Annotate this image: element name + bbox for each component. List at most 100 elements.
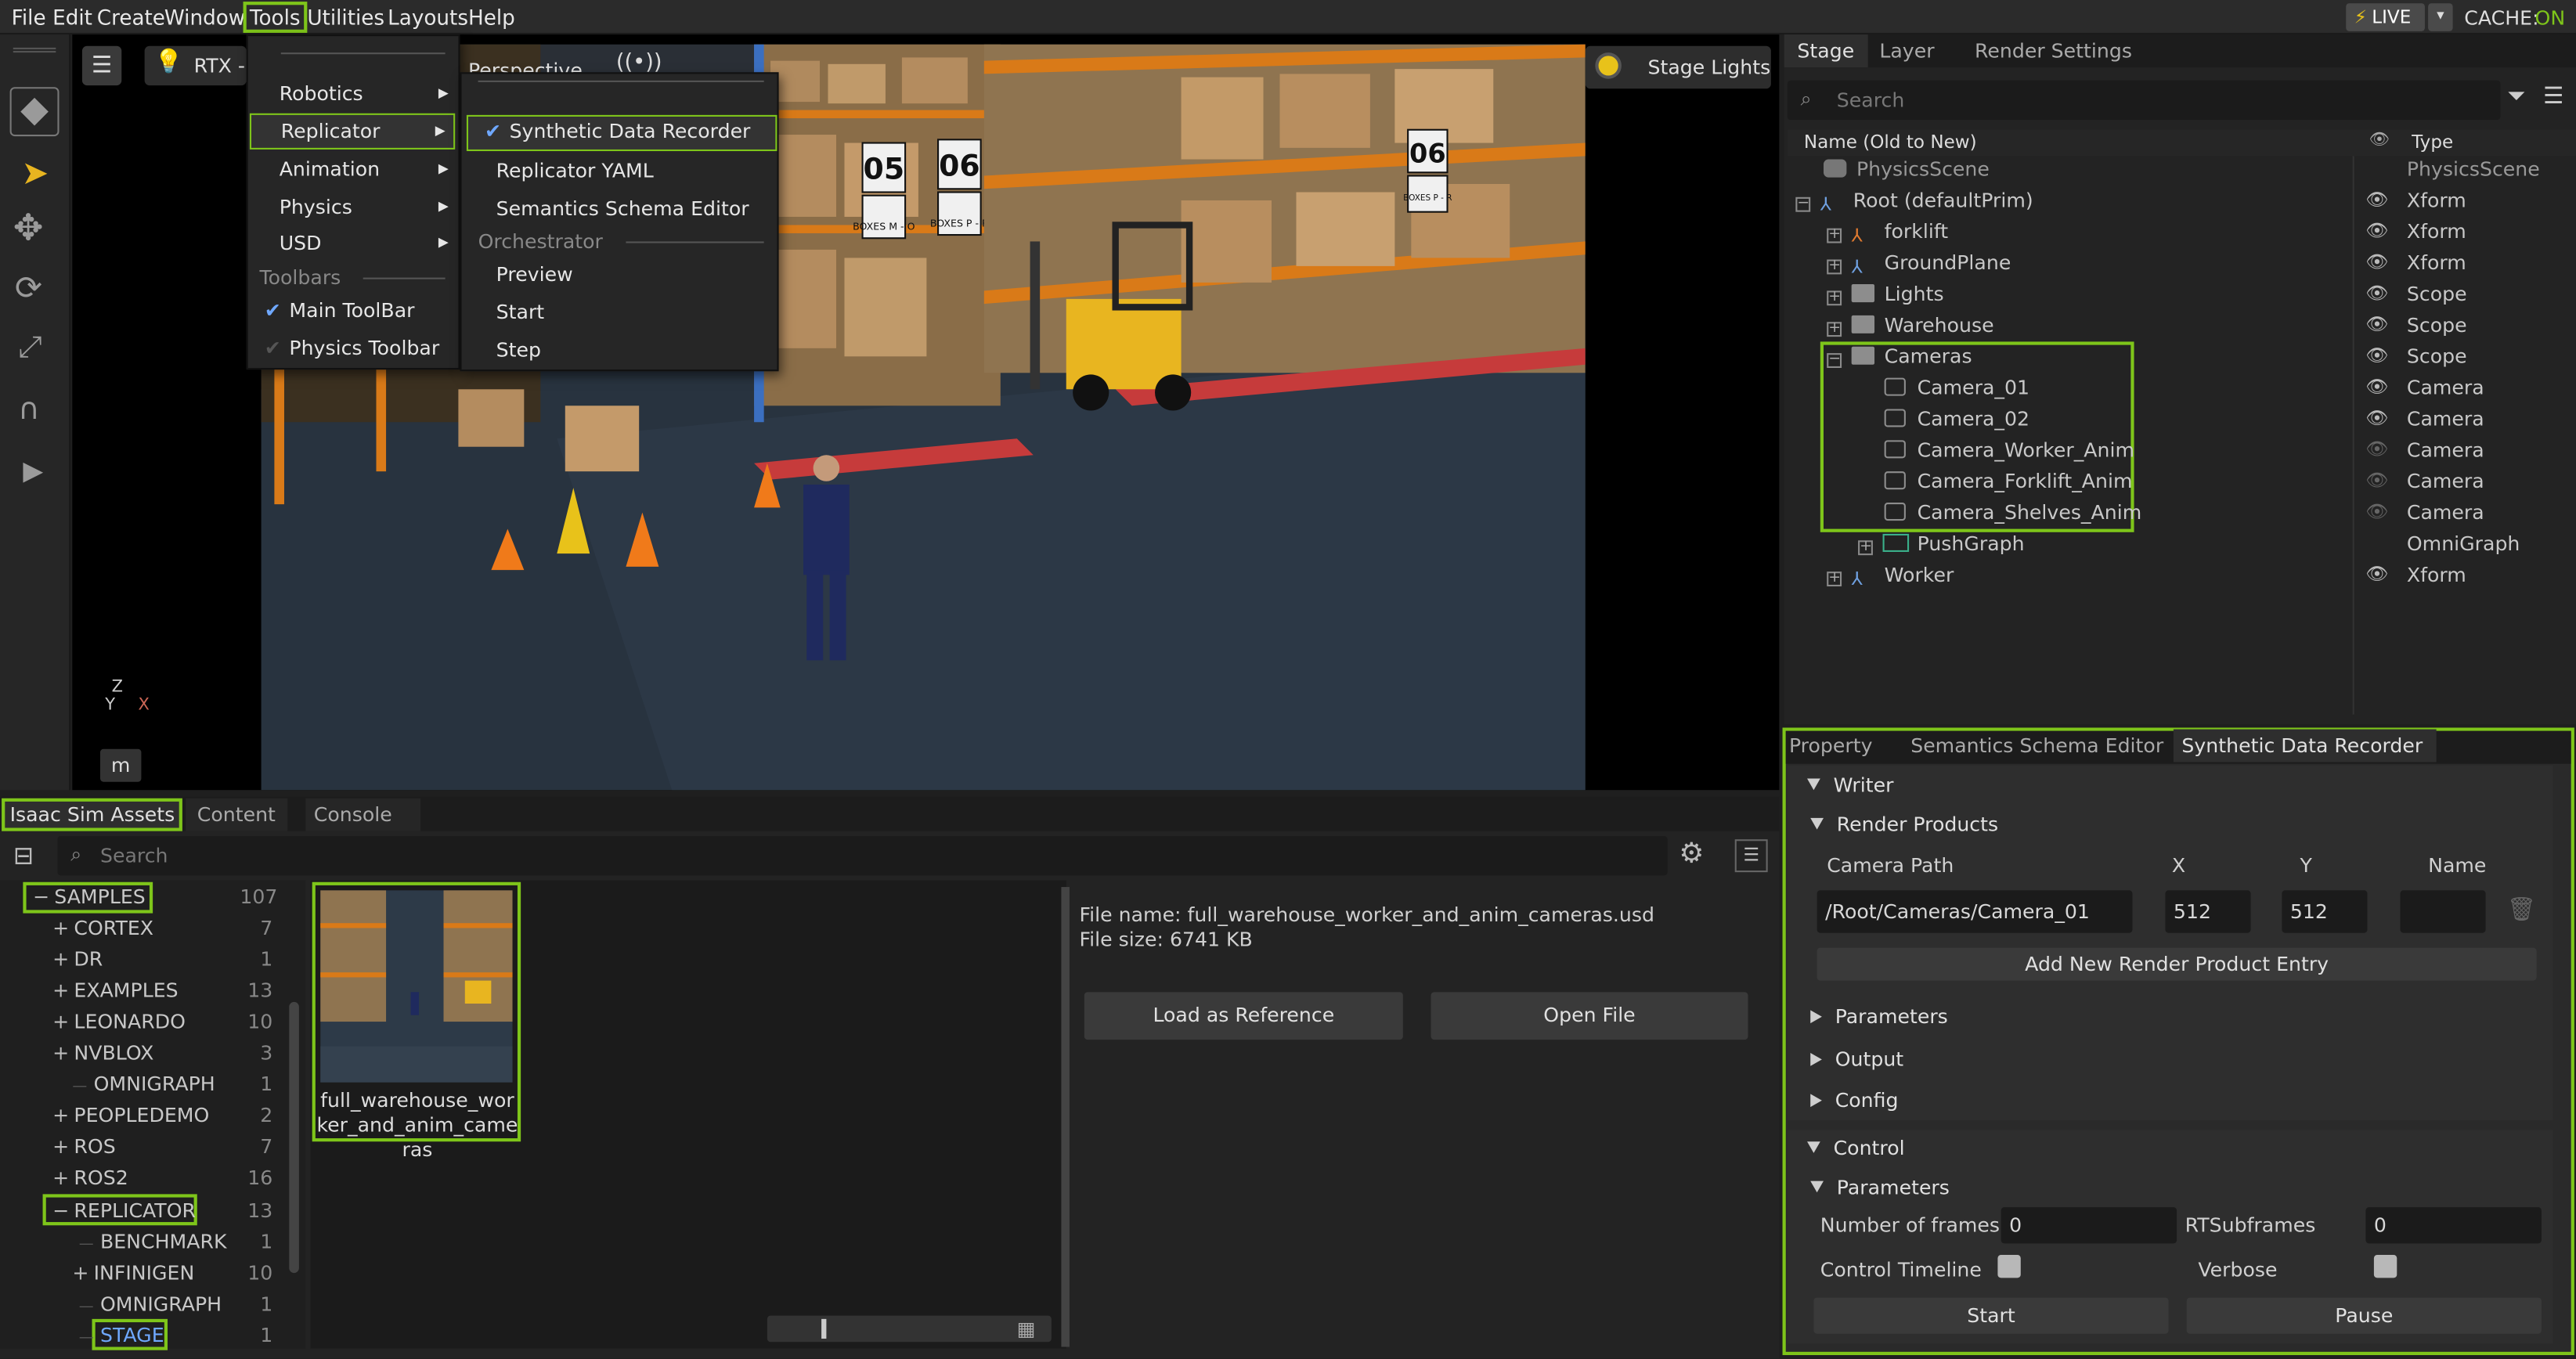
menu-item-physics-toolbar[interactable]: ✔ Physics Toolbar xyxy=(248,330,459,366)
asset-tree-item[interactable]: + PEOPLEDEMO xyxy=(52,1101,209,1133)
eye-icon[interactable]: 👁 xyxy=(2365,314,2388,335)
menu-edit[interactable]: Edit xyxy=(51,3,94,31)
num-frames-field[interactable]: 0 xyxy=(2001,1207,2177,1244)
render-products-header[interactable]: Render Products xyxy=(1810,809,1998,839)
eye-hidden-icon[interactable]: 👁 xyxy=(2365,501,2388,522)
tab-property[interactable]: Property xyxy=(1786,730,1876,762)
rtsubframes-field[interactable]: 0 xyxy=(2365,1207,2542,1244)
tab-render-settings[interactable]: Render Settings xyxy=(1961,34,2145,67)
tree-row-camera-forklift-anim[interactable]: Camera_Forklift_Anim xyxy=(1884,467,2132,498)
expand-icon[interactable]: + xyxy=(52,1163,69,1195)
tab-layer[interactable]: Layer xyxy=(1867,34,1948,67)
expand-icon[interactable]: + xyxy=(1827,228,1842,243)
gear-icon[interactable]: ⚙ xyxy=(1679,838,1704,871)
expand-icon[interactable]: + xyxy=(1858,539,1873,556)
eye-icon[interactable]: 👁 xyxy=(2365,376,2388,397)
asset-tree-item[interactable]: + INFINIGEN xyxy=(72,1257,194,1289)
eye-icon[interactable]: 👁 xyxy=(2365,564,2388,585)
menu-item-main-toolbar[interactable]: ✔ Main ToolBar xyxy=(248,292,459,328)
tree-row-camera-worker-anim[interactable]: Camera_Worker_Anim xyxy=(1884,435,2134,467)
expand-icon[interactable]: + xyxy=(1827,321,1842,337)
menu-item-synthetic-data-recorder[interactable]: ✔ Synthetic Data Recorder xyxy=(466,114,777,152)
filter-icon[interactable]: ⏷ xyxy=(2507,84,2526,110)
collapse-icon[interactable]: − xyxy=(1827,352,1842,368)
menu-item-step[interactable]: Step xyxy=(462,332,541,368)
menu-item-semantics-schema-editor[interactable]: Semantics Schema Editor xyxy=(462,190,749,226)
tree-row-physicsscene[interactable]: PhysicsScene xyxy=(1824,154,1990,186)
asset-tree-item[interactable]: + ROS xyxy=(52,1132,116,1163)
expand-icon[interactable]: + xyxy=(1827,571,1842,587)
expand-icon[interactable]: + xyxy=(52,1132,69,1163)
viewport-settings-icon[interactable]: ☰ xyxy=(81,45,122,86)
col-type[interactable]: Type xyxy=(2412,132,2453,154)
tree-row-warehouse[interactable]: + Warehouse xyxy=(1827,311,1994,342)
snap-icon[interactable]: ∩ xyxy=(18,392,40,427)
tree-row-cameras[interactable]: − Cameras xyxy=(1827,341,1972,373)
tree-row-camera-shelves-anim[interactable]: Camera_Shelves_Anim xyxy=(1884,498,2141,529)
menu-item-physics[interactable]: Physics ▶ xyxy=(248,189,459,225)
collapse-icon[interactable]: − xyxy=(33,882,49,914)
menu-utilities[interactable]: Utilities xyxy=(305,3,386,31)
thumb-scrollbar[interactable] xyxy=(1061,887,1070,1347)
parameters-header[interactable]: Parameters xyxy=(1810,1002,1948,1032)
asset-tree-item[interactable]: — OMNIGRAPH xyxy=(72,1070,215,1101)
config-header[interactable]: Config xyxy=(1810,1086,1899,1116)
menu-item-replicator-yaml[interactable]: Replicator YAML xyxy=(462,153,654,189)
add-render-product-button[interactable]: Add New Render Product Entry xyxy=(1817,947,2537,981)
writer-header[interactable]: Writer xyxy=(1807,770,1893,800)
stage-lights-selector[interactable]: Stage Lights xyxy=(1585,45,1771,89)
eye-icon[interactable]: 👁 xyxy=(2365,189,2388,210)
menu-help[interactable]: Help xyxy=(467,3,517,31)
menu-layouts[interactable]: Layouts xyxy=(386,3,470,31)
col-name[interactable]: Name (Old to New) xyxy=(1804,132,1977,154)
collapse-icon[interactable]: − xyxy=(52,1195,69,1226)
eye-hidden-icon[interactable]: 👁 xyxy=(2365,438,2388,460)
x-field[interactable]: 512 xyxy=(2165,890,2251,933)
expand-icon[interactable]: + xyxy=(52,914,69,945)
asset-tree-item[interactable]: — OMNIGRAPH xyxy=(79,1289,222,1320)
tab-stage[interactable]: Stage xyxy=(1784,34,1867,68)
asset-tree-item[interactable]: + DR xyxy=(52,945,103,976)
menu-window[interactable]: Window xyxy=(163,3,247,31)
grid-icon[interactable]: ▦ xyxy=(1017,1318,1036,1340)
tab-isaac-sim-assets[interactable]: Isaac Sim Assets xyxy=(2,798,183,831)
slider-handle[interactable] xyxy=(821,1318,827,1339)
asset-tree-item[interactable]: − REPLICATOR xyxy=(52,1195,196,1226)
thumb-size-slider[interactable]: ▦ xyxy=(767,1315,1052,1343)
tree-row-worker[interactable]: + ⅄ Worker xyxy=(1827,560,1954,591)
chevron-down-icon[interactable]: ▾ xyxy=(2428,3,2453,31)
menu-item-robotics[interactable]: Robotics ▶ xyxy=(248,76,459,112)
expand-icon[interactable]: + xyxy=(52,1101,69,1133)
control-timeline-checkbox[interactable] xyxy=(1997,1255,2021,1278)
tab-content[interactable]: Content xyxy=(186,798,287,831)
tree-scrollbar[interactable] xyxy=(289,1001,299,1274)
assets-search[interactable]: ⌕ Search xyxy=(57,835,1668,876)
rotate-icon[interactable]: ⟳ xyxy=(15,268,42,307)
asset-tree-item[interactable]: + CORTEX xyxy=(52,914,153,945)
play-icon[interactable]: ▶ xyxy=(23,455,43,486)
eye-hidden-icon[interactable]: 👁 xyxy=(2365,470,2388,491)
eye-icon[interactable]: 👁 xyxy=(2365,283,2388,304)
select-arrow-icon[interactable]: ➤ xyxy=(21,153,49,192)
tab-synthetic-data-recorder[interactable]: Synthetic Data Recorder xyxy=(2173,729,2437,762)
expand-icon[interactable]: + xyxy=(52,976,69,1008)
expand-icon[interactable]: + xyxy=(52,1039,69,1070)
expand-icon[interactable]: + xyxy=(52,1008,69,1039)
tree-row-pushgraph[interactable]: + PushGraph xyxy=(1858,529,2025,561)
control-header[interactable]: Control xyxy=(1807,1134,1905,1163)
list-view-icon[interactable]: ☰ xyxy=(1734,839,1768,873)
tree-row-forklift[interactable]: + ⅄ forklift xyxy=(1827,217,1948,248)
options-icon[interactable]: ☰ xyxy=(2543,84,2563,110)
tree-row-root[interactable]: − ⅄ Root (defaultPrim) xyxy=(1795,186,2033,217)
menu-item-usd[interactable]: USD ▶ xyxy=(248,225,459,261)
y-field[interactable]: 512 xyxy=(2282,890,2368,933)
expand-icon[interactable]: + xyxy=(72,1257,88,1289)
tree-row-groundplane[interactable]: + ⅄ GroundPlane xyxy=(1827,248,2011,279)
thumbnail-card[interactable]: full_warehouse_worker_and_anim_cameras xyxy=(312,881,521,1161)
tree-row-camera-02[interactable]: Camera_02 xyxy=(1884,404,2029,435)
collapse-icon[interactable]: − xyxy=(1795,196,1811,212)
menu-create[interactable]: Create xyxy=(96,3,167,31)
eye-icon[interactable]: 👁 xyxy=(2365,220,2388,241)
eye-icon[interactable]: 👁 xyxy=(2365,345,2388,366)
control-parameters-header[interactable]: Parameters xyxy=(1810,1173,1950,1202)
